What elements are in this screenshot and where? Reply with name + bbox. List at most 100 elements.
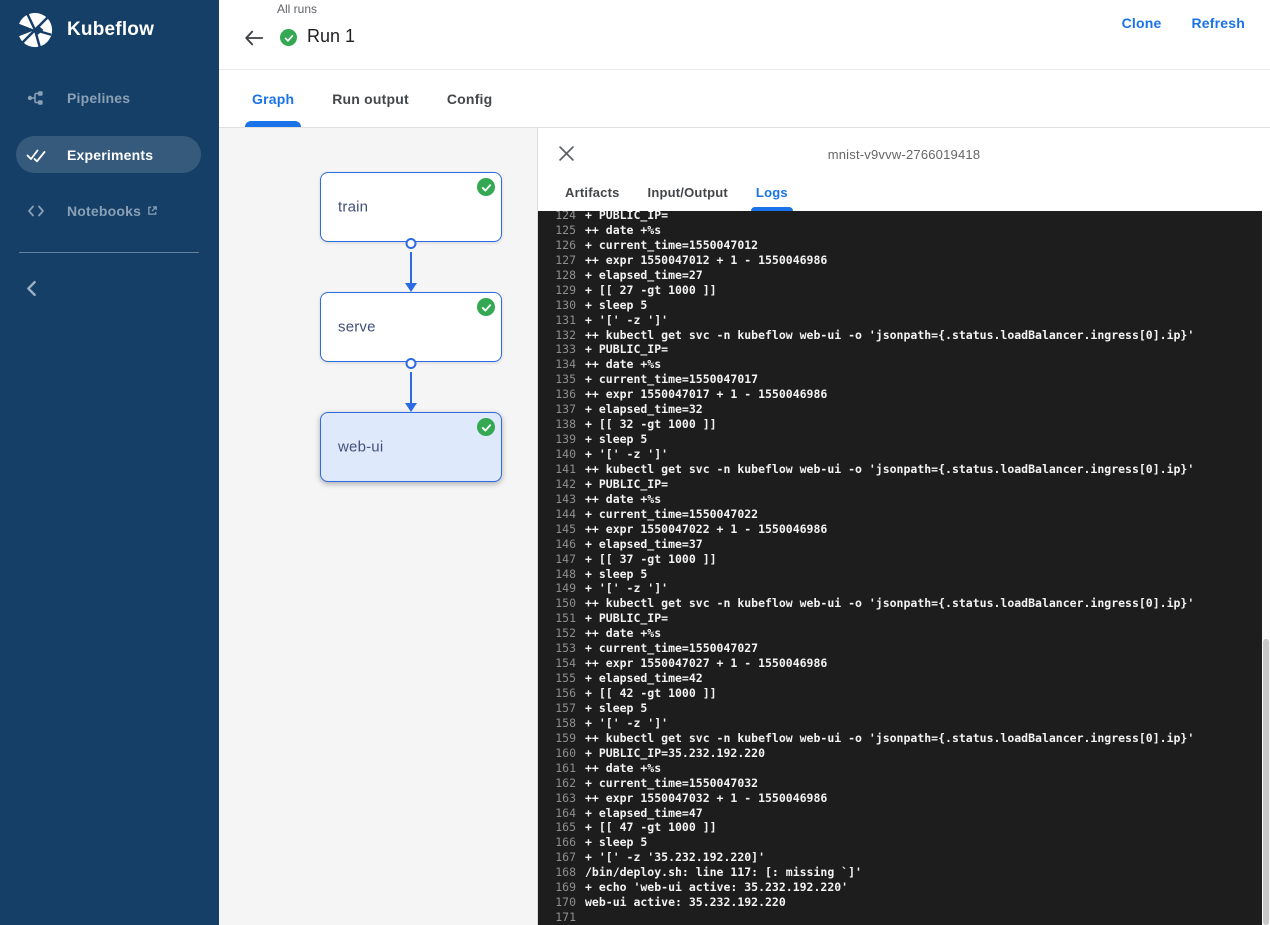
log-line: 168/bin/deploy.sh: line 117: [: missing …	[538, 865, 1262, 880]
edge-arrowhead-icon	[405, 403, 417, 412]
node-status-success-icon	[477, 298, 495, 316]
sidebar-item-label: Experiments	[67, 147, 153, 163]
log-line: 125++ date +%s	[538, 223, 1262, 238]
log-scrollbar-thumb[interactable]	[1263, 639, 1269, 925]
log-line: 127++ expr 1550047012 + 1 - 1550046986	[538, 253, 1262, 268]
node-status-success-icon	[477, 418, 495, 436]
breadcrumb[interactable]: All runs	[277, 2, 317, 16]
log-line: 161++ date +%s	[538, 761, 1262, 776]
header-actions: Clone Refresh	[1122, 15, 1245, 31]
sidebar-collapse-button[interactable]	[26, 280, 44, 298]
back-arrow-icon	[243, 27, 265, 49]
log-line: 143++ date +%s	[538, 492, 1262, 507]
log-line: 154++ expr 1550047027 + 1 - 1550046986	[538, 656, 1262, 671]
log-line: 149+ '[' -z ']'	[538, 581, 1262, 596]
log-line: 155+ elapsed_time=42	[538, 671, 1262, 686]
log-line: 130+ sleep 5	[538, 298, 1262, 313]
log-line: 129+ [[ 27 -gt 1000 ]]	[538, 283, 1262, 298]
detail-tab-bar: Artifacts Input/Output Logs	[538, 173, 816, 211]
run-status-icon	[280, 29, 297, 46]
pod-name-title: mnist-v9vvw-2766019418	[538, 147, 1270, 162]
sidebar-item-label: Pipelines	[67, 90, 130, 106]
log-line: 126+ current_time=1550047012	[538, 238, 1262, 253]
tab-config[interactable]: Config	[447, 70, 493, 127]
log-line: 139+ sleep 5	[538, 432, 1262, 447]
pipelines-icon	[26, 88, 46, 108]
log-line: 151+ PUBLIC_IP=	[538, 611, 1262, 626]
log-line: 133+ PUBLIC_IP=	[538, 342, 1262, 357]
log-line: 171	[538, 910, 1262, 925]
run-header: All runs Run 1 Clone Refresh	[219, 0, 1270, 70]
node-label: train	[338, 199, 368, 216]
tab-artifacts[interactable]: Artifacts	[565, 173, 620, 211]
log-line: 131+ '[' -z ']'	[538, 313, 1262, 328]
log-line: 152++ date +%s	[538, 626, 1262, 641]
node-output-port	[406, 238, 417, 249]
log-line: 146+ elapsed_time=37	[538, 537, 1262, 552]
clone-button[interactable]: Clone	[1122, 15, 1162, 31]
log-lines: 124+ PUBLIC_IP=125++ date +%s126+ curren…	[538, 211, 1262, 925]
log-line: 140+ '[' -z ']'	[538, 447, 1262, 462]
experiments-icon	[26, 145, 46, 165]
log-line: 157+ sleep 5	[538, 701, 1262, 716]
back-button[interactable]	[243, 27, 265, 49]
graph-node-train[interactable]: train	[320, 172, 502, 242]
run-tab-bar: Graph Run output Config	[219, 70, 1270, 128]
log-line: 164+ elapsed_time=47	[538, 806, 1262, 821]
log-line: 166+ sleep 5	[538, 835, 1262, 850]
sidebar-divider	[19, 252, 199, 253]
log-line: 167+ '[' -z '35.232.192.220]'	[538, 850, 1262, 865]
log-line: 153+ current_time=1550047027	[538, 641, 1262, 656]
kubeflow-logo-icon	[16, 11, 54, 49]
page-title: Run 1	[307, 26, 355, 47]
tab-graph[interactable]: Graph	[252, 70, 294, 127]
node-output-port	[406, 358, 417, 369]
log-line: 145++ expr 1550047022 + 1 - 1550046986	[538, 522, 1262, 537]
log-line: 137+ elapsed_time=32	[538, 402, 1262, 417]
log-line: 134++ date +%s	[538, 357, 1262, 372]
brand-name: Kubeflow	[67, 19, 154, 41]
node-label: web-ui	[338, 439, 383, 456]
tab-input-output[interactable]: Input/Output	[648, 173, 728, 211]
external-link-icon	[147, 205, 158, 216]
log-line: 144+ current_time=1550047022	[538, 507, 1262, 522]
log-line: 162+ current_time=1550047032	[538, 776, 1262, 791]
sidebar: Kubeflow Pipelines Experiments	[0, 0, 219, 925]
log-line: 163++ expr 1550047032 + 1 - 1550046986	[538, 791, 1262, 806]
node-detail-panel: mnist-v9vvw-2766019418 Artifacts Input/O…	[538, 128, 1270, 925]
sidebar-item-experiments[interactable]: Experiments	[16, 136, 201, 173]
refresh-button[interactable]: Refresh	[1191, 15, 1245, 31]
log-line: 124+ PUBLIC_IP=	[538, 211, 1262, 223]
log-line: 147+ [[ 37 -gt 1000 ]]	[538, 552, 1262, 567]
log-line: 160+ PUBLIC_IP=35.232.192.220	[538, 746, 1262, 761]
log-line: 136++ expr 1550047017 + 1 - 1550046986	[538, 387, 1262, 402]
log-scrollbar[interactable]	[1262, 211, 1270, 925]
sidebar-item-notebooks[interactable]: Notebooks	[0, 192, 219, 229]
log-line: 141++ kubectl get svc -n kubeflow web-ui…	[538, 462, 1262, 477]
graph-node-serve[interactable]: serve	[320, 292, 502, 362]
chevron-left-icon	[26, 280, 37, 297]
edge-arrowhead-icon	[405, 283, 417, 292]
log-line: 135+ current_time=1550047017	[538, 372, 1262, 387]
log-line: 158+ '[' -z ']'	[538, 716, 1262, 731]
detail-panel-header: mnist-v9vvw-2766019418 Artifacts Input/O…	[538, 128, 1270, 211]
log-line: 170web-ui active: 35.232.192.220	[538, 895, 1262, 910]
log-line: 169+ echo 'web-ui active: 35.232.192.220…	[538, 880, 1262, 895]
notebooks-icon	[26, 201, 46, 221]
node-status-success-icon	[477, 178, 495, 196]
kubeflow-brand[interactable]: Kubeflow	[16, 11, 154, 49]
tab-run-output[interactable]: Run output	[332, 70, 409, 127]
sidebar-item-label: Notebooks	[67, 203, 141, 219]
node-label: serve	[338, 319, 376, 336]
log-line: 128+ elapsed_time=27	[538, 268, 1262, 283]
log-line: 138+ [[ 32 -gt 1000 ]]	[538, 417, 1262, 432]
log-line: 148+ sleep 5	[538, 567, 1262, 582]
edge-serve-webui	[410, 372, 412, 404]
tab-logs[interactable]: Logs	[756, 173, 788, 211]
log-viewer[interactable]: 124+ PUBLIC_IP=125++ date +%s126+ curren…	[538, 211, 1262, 925]
log-line: 132++ kubectl get svc -n kubeflow web-ui…	[538, 328, 1262, 343]
log-line: 150++ kubectl get svc -n kubeflow web-ui…	[538, 596, 1262, 611]
graph-node-web-ui[interactable]: web-ui	[320, 412, 502, 482]
log-line: 142+ PUBLIC_IP=	[538, 477, 1262, 492]
sidebar-item-pipelines[interactable]: Pipelines	[0, 79, 219, 116]
